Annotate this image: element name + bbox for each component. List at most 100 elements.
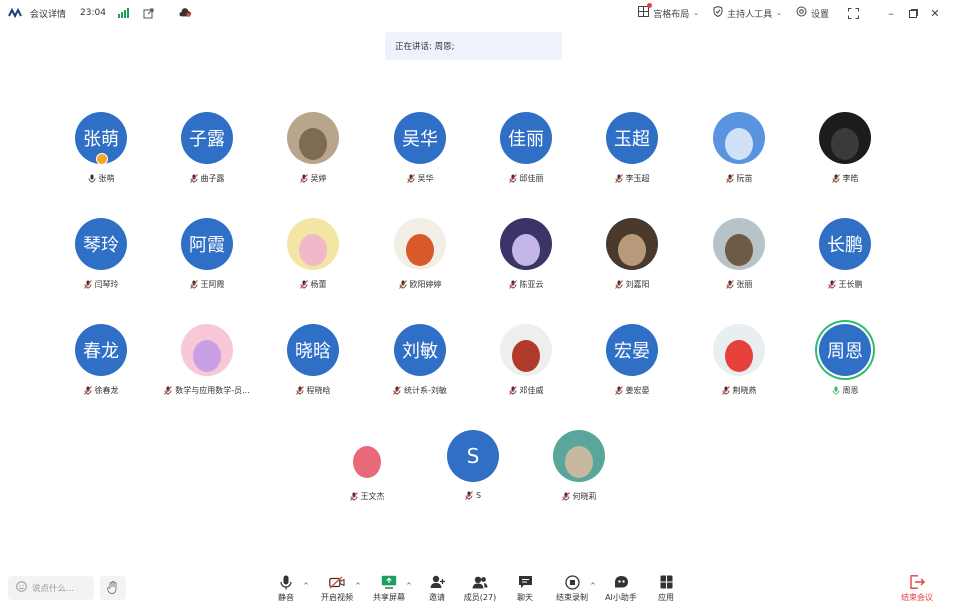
avatar: 玉超 (606, 112, 658, 164)
avatar (713, 112, 765, 164)
participant-name-row: 李皓 (785, 173, 905, 184)
mic-muted-icon (508, 280, 517, 289)
cloud-record-icon[interactable] (179, 7, 191, 19)
participant-tile[interactable]: 李皓 (785, 112, 905, 192)
record-options-caret[interactable]: ^ (590, 582, 596, 590)
popout-icon[interactable] (143, 7, 155, 19)
participant-tile[interactable]: 邓佳威 (466, 324, 586, 404)
share-options-caret[interactable]: ^ (406, 582, 412, 590)
microphone-icon (832, 386, 840, 395)
chat-button[interactable]: 聊天 (505, 574, 545, 606)
participant-tile[interactable]: 晓晗 程晓晗 (253, 324, 373, 404)
participant-tile[interactable]: 阮苗 (679, 112, 799, 192)
avatar (713, 218, 765, 270)
avatar-initials: 玉超 (614, 129, 650, 150)
minimize-icon[interactable]: – (881, 3, 901, 23)
participant-tile[interactable]: 佳丽 邱佳丽 (466, 112, 586, 192)
mic-muted-icon (299, 174, 308, 183)
participant-tile[interactable]: 欧阳婷婷 (360, 218, 480, 298)
mic-muted-icon (189, 280, 198, 289)
ai-assistant-label: AI小助手 (605, 593, 637, 602)
participant-tile[interactable]: 数学与应用数学-员... (147, 324, 267, 404)
participant-tile[interactable]: 阿霞 王阿霞 (147, 218, 267, 298)
stop-recording-button[interactable]: 结束录制 (552, 574, 592, 606)
video-off-icon (329, 574, 345, 590)
participant-tile[interactable]: 何晓莉 (519, 430, 639, 510)
participant-tile[interactable]: 琴玲 闫琴玲 (41, 218, 161, 298)
exit-icon (909, 574, 925, 590)
chat-quick-input[interactable]: 说点什么... (8, 576, 94, 600)
avatar (181, 324, 233, 376)
mic-muted-icon (406, 174, 415, 183)
end-meeting-button[interactable]: 结束会议 (894, 574, 940, 606)
mic-muted-icon (299, 280, 308, 289)
members-button[interactable]: 成员(27) (460, 574, 500, 606)
avatar: 刘敏 (394, 324, 446, 376)
participant-name-row: 杨蕾 (253, 279, 373, 290)
participant-name: 张丽 (736, 280, 753, 289)
participant-tile[interactable]: 陈亚云 (466, 218, 586, 298)
participant-tile[interactable]: 吴华 吴华 (360, 112, 480, 192)
ai-robot-icon (613, 574, 629, 590)
participant-tile[interactable]: 张萌 张萌 (41, 112, 161, 192)
participant-name: 数学与应用数学-员... (175, 386, 250, 395)
avatar-initials: 周恩 (827, 341, 863, 362)
layout-menu[interactable]: 宫格布局 ⌄ (638, 3, 699, 20)
participant-tile[interactable]: 荆晓燕 (679, 324, 799, 404)
participant-name: 邓佳威 (519, 386, 544, 395)
mute-label: 静音 (278, 593, 294, 602)
mic-muted-icon (349, 492, 358, 501)
participant-tile[interactable]: 杨蕾 (253, 218, 373, 298)
participant-tile[interactable]: 刘嘉阳 (572, 218, 692, 298)
avatar: 吴华 (394, 112, 446, 164)
participant-tile[interactable]: 玉超 李玉超 (572, 112, 692, 192)
avatar: 晓晗 (287, 324, 339, 376)
participant-name: 陈亚云 (519, 280, 544, 289)
participant-name-row: 曲子露 (147, 173, 267, 184)
maximize-icon[interactable] (903, 3, 923, 23)
host-tools-label: 主持人工具 (727, 9, 773, 20)
participant-tile[interactable]: SS (413, 430, 533, 510)
avatar (394, 218, 446, 270)
participant-tile[interactable]: 周恩 周恩 (785, 324, 905, 404)
start-video-button[interactable]: 开启视频 (317, 574, 357, 606)
users-icon (472, 574, 488, 590)
participant-tile[interactable]: 刘敏 统计系-刘敏 (360, 324, 480, 404)
ai-assistant-button[interactable]: AI小助手 (601, 574, 641, 606)
mic-muted-icon (508, 386, 517, 395)
apps-button[interactable]: 应用 (646, 574, 686, 606)
participant-tile[interactable]: 张丽 (679, 218, 799, 298)
participant-name: 周恩 (842, 386, 859, 395)
mic-muted-icon (295, 386, 304, 395)
participant-name-row: 吴华 (360, 173, 480, 184)
participant-tile[interactable]: 王文杰 (307, 430, 427, 510)
participant-tile[interactable]: 吴婷 (253, 112, 373, 192)
host-tools-menu[interactable]: 主持人工具 ⌄ (713, 5, 782, 20)
video-options-caret[interactable]: ^ (355, 582, 361, 590)
settings-button[interactable]: 设置 (796, 6, 829, 20)
add-user-icon (429, 574, 445, 590)
share-screen-button[interactable]: 共享屏幕 (369, 574, 409, 606)
mute-button[interactable]: 静音 (266, 574, 306, 606)
mute-options-caret[interactable]: ^ (303, 582, 309, 590)
fullscreen-icon[interactable] (843, 3, 863, 23)
network-signal-icon[interactable] (117, 8, 129, 18)
participant-tile[interactable]: 长鹏 王长鹏 (785, 218, 905, 298)
avatar-photo (713, 324, 765, 376)
meeting-details-link[interactable]: 会议详情 (30, 7, 66, 20)
avatar-initials: 张萌 (83, 129, 119, 150)
participant-name-row: 吴婷 (253, 173, 373, 184)
invite-button[interactable]: 邀请 (417, 574, 457, 606)
close-icon[interactable]: ✕ (925, 3, 945, 23)
raise-hand-button[interactable] (100, 576, 126, 600)
participant-tile[interactable]: 宏晏 姜宏晏 (572, 324, 692, 404)
shield-icon (713, 5, 723, 20)
mic-muted-icon (614, 174, 623, 183)
start-video-label: 开启视频 (321, 593, 353, 602)
participant-name-row: 程晓晗 (253, 385, 373, 396)
participant-name-row: 邓佳威 (466, 385, 586, 396)
participant-tile[interactable]: 子露 曲子露 (147, 112, 267, 192)
mic-muted-icon (508, 174, 517, 183)
participant-name: 刘嘉阳 (625, 280, 650, 289)
participant-tile[interactable]: 春龙 徐春龙 (41, 324, 161, 404)
